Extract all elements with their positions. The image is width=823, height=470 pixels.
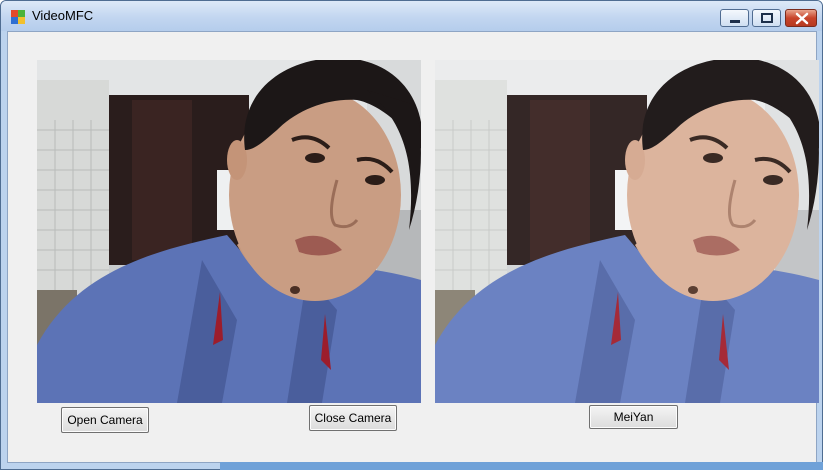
processed-video-view xyxy=(435,60,819,403)
maximize-button[interactable] xyxy=(752,9,781,27)
minimize-button[interactable] xyxy=(720,9,749,27)
app-icon xyxy=(10,9,26,25)
maximize-icon xyxy=(761,13,773,23)
camera-frame-smoothed-image xyxy=(435,60,819,403)
close-icon xyxy=(795,12,809,25)
title-bar[interactable]: VideoMFC xyxy=(1,1,822,31)
camera-frame-image xyxy=(37,60,421,403)
main-window: VideoMFC Open Camera Close Camera MeiYan xyxy=(0,0,823,470)
meiyan-button[interactable]: MeiYan xyxy=(589,405,678,429)
client-area: Open Camera Close Camera MeiYan xyxy=(7,31,819,463)
taskbar-strip xyxy=(220,462,823,470)
close-window-button[interactable] xyxy=(785,9,817,27)
close-camera-button[interactable]: Close Camera xyxy=(309,405,397,431)
minimize-icon xyxy=(730,20,740,23)
open-camera-button[interactable]: Open Camera xyxy=(61,407,149,433)
window-title: VideoMFC xyxy=(32,8,94,23)
original-video-view xyxy=(37,60,421,403)
